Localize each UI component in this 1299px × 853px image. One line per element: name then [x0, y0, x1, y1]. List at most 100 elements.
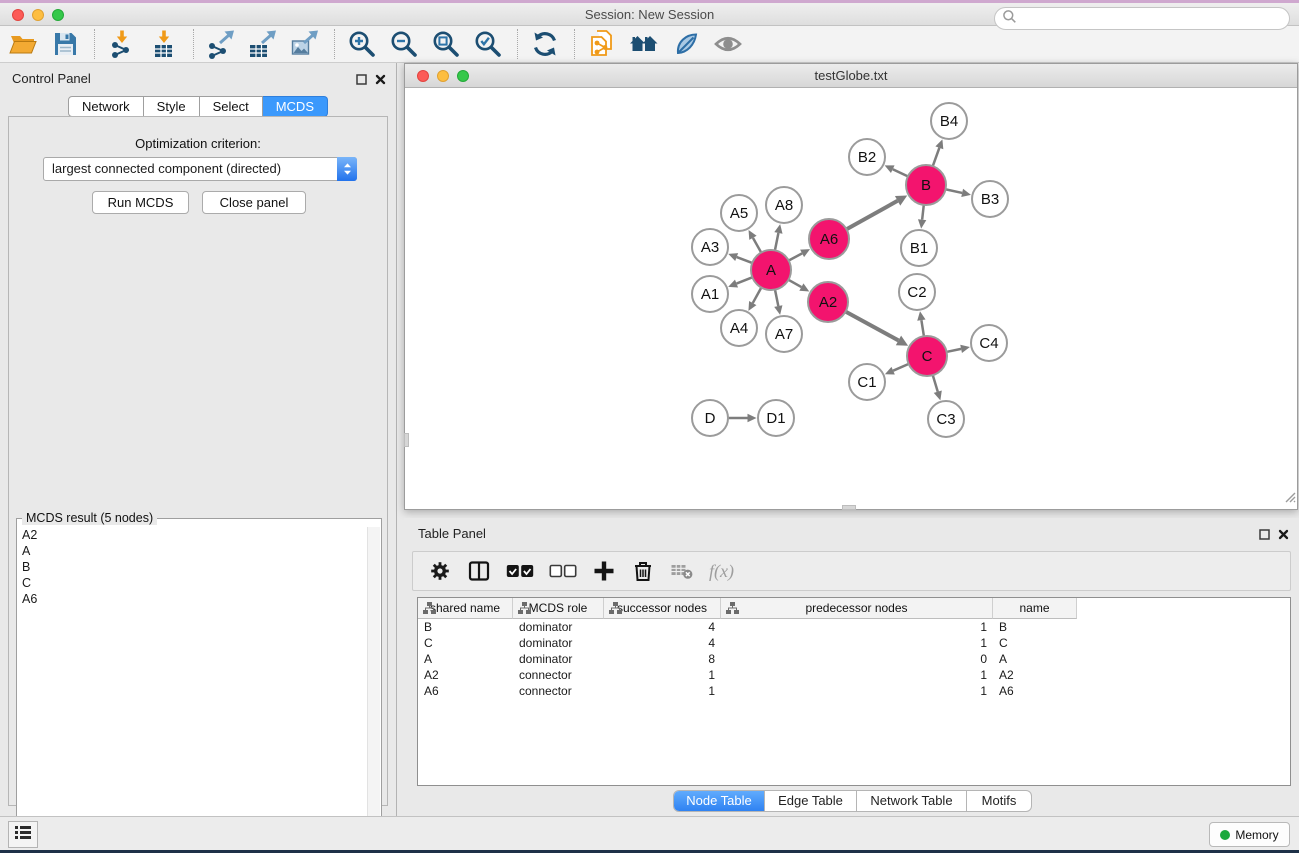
table-cell[interactable]: 1	[721, 619, 993, 635]
result-item[interactable]: A6	[17, 591, 367, 607]
node-C[interactable]: C	[907, 336, 947, 376]
table-cell[interactable]: C	[418, 635, 513, 651]
table-cell[interactable]: A6	[418, 683, 513, 699]
column-header-shared-name[interactable]: shared name	[418, 598, 513, 619]
save-session-icon[interactable]	[50, 29, 80, 59]
node-B1[interactable]: B1	[901, 230, 937, 266]
table-row[interactable]: Adominator80A	[418, 651, 1290, 667]
tab-edge-table[interactable]: Edge Table	[764, 791, 856, 811]
zoom-fit-icon[interactable]	[431, 29, 461, 59]
table-cell[interactable]: 1	[604, 683, 721, 699]
table-cell[interactable]: connector	[513, 667, 604, 683]
run-mcds-button[interactable]: Run MCDS	[92, 191, 189, 214]
result-item[interactable]: A2	[17, 527, 367, 543]
edge-A2-C[interactable]	[844, 311, 899, 341]
result-item[interactable]: C	[17, 575, 367, 591]
node-C4[interactable]: C4	[971, 325, 1007, 361]
horizontal-scrollbar-stub[interactable]	[842, 505, 856, 510]
node-A1[interactable]: A1	[692, 276, 728, 312]
table-cell[interactable]: 4	[604, 619, 721, 635]
table-cell[interactable]: dominator	[513, 635, 604, 651]
edge-A6-B[interactable]	[845, 201, 898, 230]
tab-select[interactable]: Select	[200, 96, 263, 117]
node-table[interactable]: shared nameMCDS rolesuccessor nodesprede…	[417, 597, 1291, 786]
task-history-button[interactable]	[8, 821, 38, 848]
table-cell[interactable]: dominator	[513, 619, 604, 635]
result-list-scrollbar[interactable]	[367, 527, 380, 853]
table-cell[interactable]: B	[418, 619, 513, 635]
tab-mcds[interactable]: MCDS	[263, 96, 328, 117]
column-visibility-icon[interactable]	[467, 559, 491, 583]
node-B[interactable]: B	[906, 165, 946, 205]
table-cell[interactable]: A2	[993, 667, 1077, 683]
node-A7[interactable]: A7	[766, 316, 802, 352]
node-C3[interactable]: C3	[928, 401, 964, 437]
table-cell[interactable]: 4	[604, 635, 721, 651]
table-cell[interactable]: 0	[721, 651, 993, 667]
network-window-titlebar[interactable]: testGlobe.txt	[405, 64, 1297, 88]
show-graphics-details-icon[interactable]	[713, 29, 743, 59]
criterion-dropdown[interactable]: largest connected component (directed)	[43, 157, 357, 181]
new-network-from-file-icon[interactable]	[587, 29, 617, 59]
zoom-out-icon[interactable]	[389, 29, 419, 59]
vertical-scrollbar-stub[interactable]	[404, 433, 409, 447]
open-session-icon[interactable]	[8, 29, 38, 59]
zoom-in-icon[interactable]	[347, 29, 377, 59]
table-row[interactable]: Bdominator41B	[418, 619, 1290, 635]
table-cell[interactable]: A	[418, 651, 513, 667]
column-header-name[interactable]: name	[993, 598, 1077, 619]
float-panel-icon[interactable]	[1259, 527, 1270, 545]
tab-motifs[interactable]: Motifs	[966, 791, 1031, 811]
column-header-successor-nodes[interactable]: successor nodes	[604, 598, 721, 619]
select-all-icon[interactable]	[506, 559, 534, 583]
table-cell[interactable]: A6	[993, 683, 1077, 699]
delete-table-icon[interactable]	[670, 559, 694, 583]
column-header-MCDS-role[interactable]: MCDS role	[513, 598, 604, 619]
node-A3[interactable]: A3	[692, 229, 728, 265]
table-cell[interactable]: connector	[513, 683, 604, 699]
node-A8[interactable]: A8	[766, 187, 802, 223]
export-image-icon[interactable]	[290, 29, 320, 59]
node-C1[interactable]: C1	[849, 364, 885, 400]
table-cell[interactable]: A	[993, 651, 1077, 667]
import-network-icon[interactable]	[107, 29, 137, 59]
node-A5[interactable]: A5	[721, 195, 757, 231]
hide-graphics-details-icon[interactable]	[671, 29, 701, 59]
search-input[interactable]	[1021, 10, 1289, 28]
table-row[interactable]: A6connector11A6	[418, 683, 1290, 699]
table-cell[interactable]: 1	[721, 683, 993, 699]
tab-style[interactable]: Style	[144, 96, 200, 117]
network-graph[interactable]: AA1A2A3A4A5A6A7A8BB1B2B3B4CC1C2C3C4DD1	[405, 89, 1297, 510]
node-B3[interactable]: B3	[972, 181, 1008, 217]
tab-network[interactable]: Network	[68, 96, 144, 117]
node-C2[interactable]: C2	[899, 274, 935, 310]
node-A2[interactable]: A2	[808, 282, 848, 322]
table-cell[interactable]: 1	[604, 667, 721, 683]
table-cell[interactable]: C	[993, 635, 1077, 651]
close-panel-icon[interactable]	[1278, 527, 1289, 545]
close-panel-button[interactable]: Close panel	[202, 191, 306, 214]
node-A[interactable]: A	[751, 250, 791, 290]
float-panel-icon[interactable]	[356, 72, 367, 90]
table-cell[interactable]: A2	[418, 667, 513, 683]
tab-network-table[interactable]: Network Table	[856, 791, 966, 811]
column-header-predecessor-nodes[interactable]: predecessor nodes	[721, 598, 993, 619]
result-item[interactable]: A	[17, 543, 367, 559]
delete-column-icon[interactable]	[631, 559, 655, 583]
table-cell[interactable]: B	[993, 619, 1077, 635]
table-row[interactable]: A2connector11A2	[418, 667, 1290, 683]
node-D[interactable]: D	[692, 400, 728, 436]
node-A6[interactable]: A6	[809, 219, 849, 259]
node-B2[interactable]: B2	[849, 139, 885, 175]
export-network-icon[interactable]	[206, 29, 236, 59]
table-cell[interactable]: 8	[604, 651, 721, 667]
table-cell[interactable]: 1	[721, 667, 993, 683]
edge-B-B4[interactable]	[932, 148, 939, 168]
node-A4[interactable]: A4	[721, 310, 757, 346]
export-table-icon[interactable]	[248, 29, 278, 59]
result-item[interactable]: B	[17, 559, 367, 575]
table-options-icon[interactable]	[428, 559, 452, 583]
table-row[interactable]: Cdominator41C	[418, 635, 1290, 651]
table-cell[interactable]: dominator	[513, 651, 604, 667]
search-box[interactable]	[994, 7, 1290, 30]
